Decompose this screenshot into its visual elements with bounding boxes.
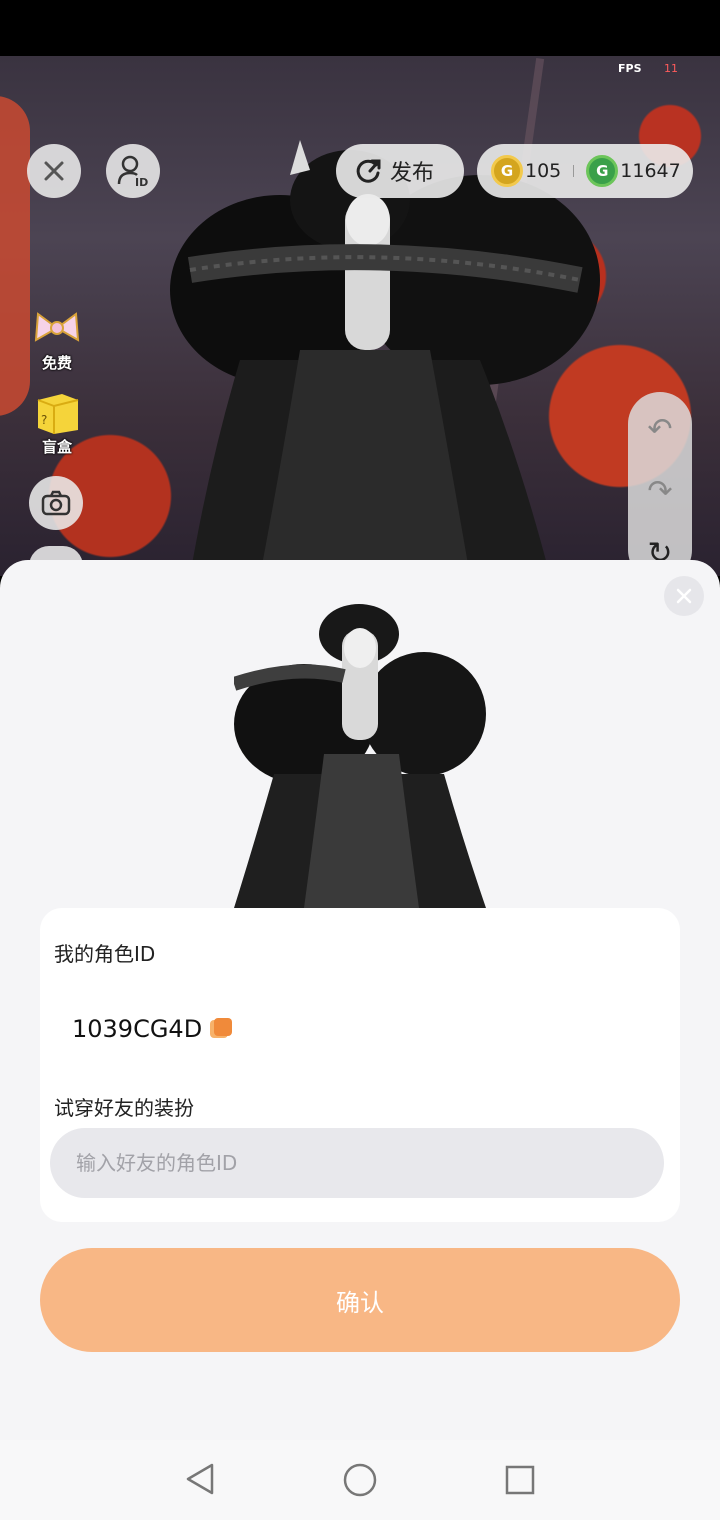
status-bar	[0, 0, 720, 56]
recents-icon[interactable]	[504, 1464, 536, 1496]
free-gift-label: 免费	[41, 354, 72, 372]
gold-coin-amount: 105	[525, 160, 562, 182]
camera-icon	[41, 490, 71, 516]
profile-id-button[interactable]: ID	[106, 144, 160, 198]
redo-icon[interactable]: ↷	[628, 474, 692, 509]
undo-icon[interactable]: ↶	[628, 412, 692, 447]
copy-icon[interactable]	[210, 1018, 233, 1040]
sheet-close-button[interactable]	[664, 576, 704, 616]
my-id-label: 我的角色ID	[54, 942, 156, 966]
close-icon	[676, 588, 692, 604]
undo-redo-panel: ↶ ↷ ↻	[628, 392, 692, 582]
close-button[interactable]	[27, 144, 81, 198]
character-preview	[234, 604, 486, 908]
gold-coin-icon: G	[491, 155, 523, 187]
navigation-bar	[0, 1440, 720, 1520]
my-id-row: 1039CG4D	[72, 1015, 233, 1043]
free-gift-button[interactable]: 免费	[28, 306, 86, 373]
friend-id-input[interactable]	[50, 1128, 664, 1198]
try-on-label: 试穿好友的装扮	[54, 1096, 194, 1120]
my-id-value: 1039CG4D	[72, 1015, 203, 1043]
fps-label: FPS	[618, 62, 642, 75]
blind-box-label: 盲盒	[41, 438, 72, 456]
blind-box-button[interactable]: ? 盲盒	[28, 390, 86, 457]
profile-id-icon: ID	[117, 155, 148, 188]
blind-box-icon: ?	[37, 394, 79, 434]
confirm-button[interactable]: 确认	[40, 1248, 680, 1352]
currency-divider	[573, 165, 575, 177]
publish-label: 发布	[390, 161, 435, 186]
lantern-decoration	[0, 96, 30, 416]
back-icon[interactable]	[184, 1462, 216, 1496]
publish-button[interactable]: 发布	[336, 144, 464, 198]
home-icon[interactable]	[342, 1462, 378, 1498]
svg-text:ID: ID	[135, 176, 148, 188]
bow-gift-icon	[34, 312, 80, 342]
close-icon	[44, 161, 64, 181]
green-coin-icon: G	[586, 155, 619, 187]
svg-text:?: ?	[41, 413, 47, 427]
publish-icon	[356, 159, 381, 183]
currency-bar[interactable]: G 105 G 11647	[477, 144, 693, 198]
fps-value: 11	[664, 62, 678, 75]
green-coin-amount: 11647	[620, 160, 681, 182]
camera-button[interactable]	[29, 476, 83, 530]
